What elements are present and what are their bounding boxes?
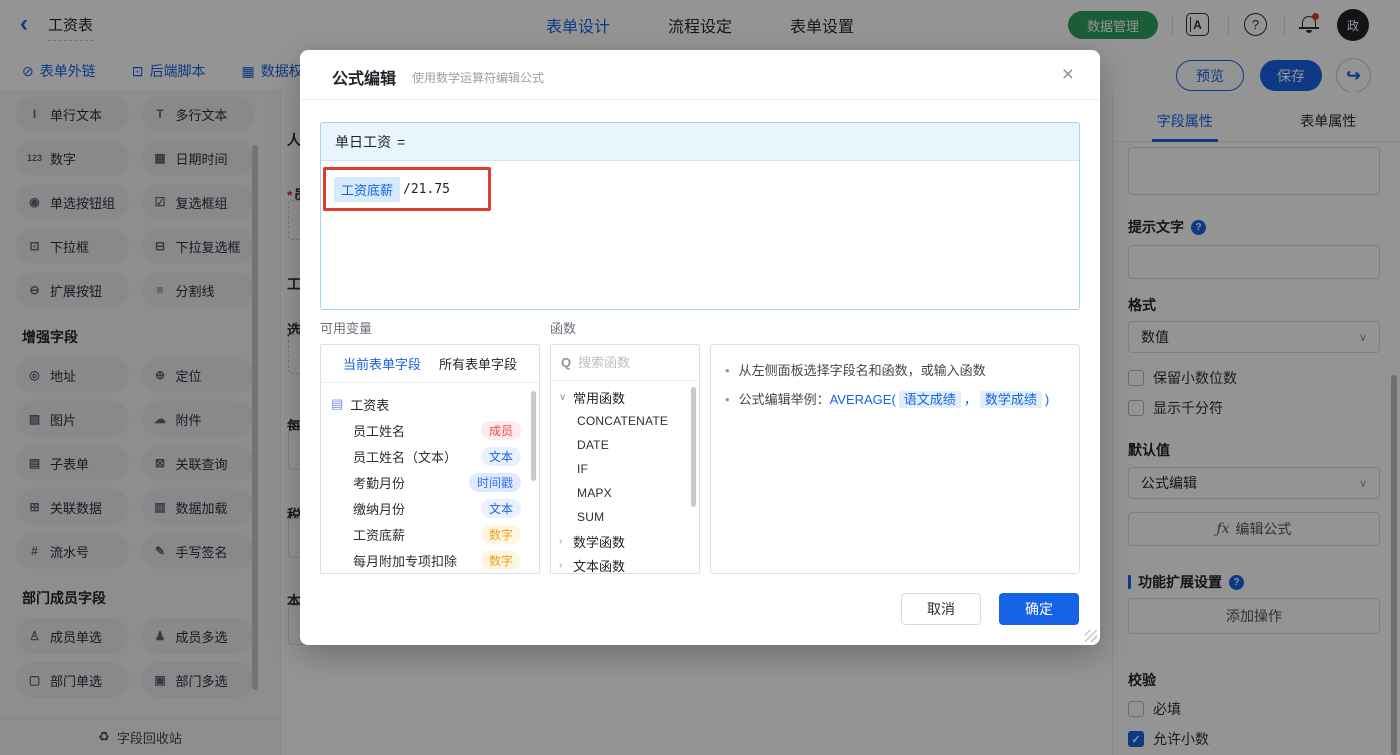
tab-current-form-fields[interactable]: 当前表单字段	[343, 354, 421, 373]
chevron-open-icon: ∨	[559, 391, 567, 403]
variable-name: 缴纳月份	[353, 501, 406, 517]
function-search: Q	[551, 345, 699, 381]
example-field-chip: 语文成绩	[898, 391, 961, 408]
help-example-fn: AVERAGE(	[829, 392, 896, 407]
function-group-label: 常用函数	[573, 390, 626, 406]
search-icon: Q	[561, 355, 572, 370]
variable-type-tag: 文本	[480, 498, 521, 518]
functions-scrollbar[interactable]	[691, 387, 696, 507]
variables-root-label: 工资表	[350, 397, 390, 413]
variable-name: 员工姓名	[353, 423, 406, 439]
variable-type-tag: 成员	[480, 420, 521, 440]
variable-type-tag: 数字	[480, 550, 521, 570]
variables-panel: 当前表单字段 所有表单字段 ▤ 工资表 员工姓名 成员 员工姓名（文本） 文本 …	[320, 344, 540, 574]
help-example-prefix: 公式编辑举例：	[738, 392, 830, 407]
function-group-text[interactable]: › 文本函数	[559, 553, 693, 574]
help-example-close: )	[1044, 392, 1050, 407]
formula-editor-modal: 公式编辑 使用数学运算符编辑公式 × 单日工资 = 工资底薪 /21.75 可用…	[300, 50, 1100, 645]
help-line-2: • 公式编辑举例：AVERAGE(语文成绩，数学成绩)	[725, 390, 1065, 410]
function-item-date[interactable]: DATE	[559, 433, 693, 457]
confirm-button[interactable]: 确定	[999, 593, 1079, 625]
variable-item[interactable]: 员工姓名 成员	[331, 417, 531, 443]
function-group-common[interactable]: ∨ 常用函数	[559, 385, 693, 409]
formula-highlight-box	[323, 167, 491, 211]
functions-tree: ∨ 常用函数 CONCATENATE DATE IF MAPX SUM › 数学…	[551, 381, 699, 574]
variables-tree: ▤ 工资表 员工姓名 成员 员工姓名（文本） 文本 考勤月份 时间戳 缴纳月份	[321, 383, 539, 573]
formula-target: 单日工资	[335, 133, 391, 150]
modal-header: 公式编辑 使用数学运算符编辑公式 ×	[300, 50, 1100, 100]
variable-name: 工资底薪	[353, 527, 406, 543]
variable-type-tag: 文本	[480, 446, 521, 466]
variable-name: 每月附加专项扣除	[353, 553, 458, 569]
variable-type-tag: 数字	[480, 524, 521, 544]
app-screen: ‹ 工资表 表单设计 流程设定 表单设置 数据管理 A ? 政 ⊘ 表单外链 ⊡…	[0, 0, 1400, 755]
variable-item[interactable]: 员工姓名（文本） 文本	[331, 443, 531, 469]
variables-scrollbar[interactable]	[531, 391, 536, 481]
form-doc-icon: ▤	[331, 396, 344, 411]
function-search-input[interactable]	[578, 355, 674, 370]
function-item-sum[interactable]: SUM	[559, 505, 693, 529]
variable-item[interactable]: 缴纳月份 文本	[331, 495, 531, 521]
help-line-1: • 从左侧面板选择字段名和函数，或输入函数	[725, 361, 1065, 381]
resize-handle[interactable]	[1085, 630, 1097, 642]
function-group-label: 文本函数	[573, 558, 626, 574]
bullet-icon: •	[725, 363, 730, 378]
cancel-button[interactable]: 取消	[901, 593, 981, 625]
help-example-comma: ，	[963, 392, 977, 407]
close-icon[interactable]: ×	[1062, 63, 1074, 87]
formula-target-row: 单日工资 =	[321, 123, 1079, 161]
formula-editor: 单日工资 = 工资底薪 /21.75	[320, 122, 1080, 310]
formula-input-area[interactable]: 工资底薪 /21.75	[321, 161, 1079, 309]
variables-tabs: 当前表单字段 所有表单字段	[321, 345, 539, 383]
function-group-label: 数学函数	[573, 534, 626, 550]
chevron-closed-icon: ›	[559, 535, 563, 547]
variable-name: 员工姓名（文本）	[353, 449, 458, 465]
modal-title: 公式编辑	[332, 71, 397, 88]
bullet-icon: •	[725, 392, 730, 407]
formula-help-panel: • 从左侧面板选择字段名和函数，或输入函数 • 公式编辑举例：AVERAGE(语…	[710, 344, 1080, 574]
function-item-concatenate[interactable]: CONCATENATE	[559, 409, 693, 433]
help-text: 从左侧面板选择字段名和函数，或输入函数	[738, 363, 986, 378]
variable-item[interactable]: 每月附加专项扣除 数字	[331, 547, 531, 573]
variables-label: 可用变量	[320, 321, 373, 336]
variable-type-tag: 时间戳	[468, 472, 521, 492]
formula-equals: =	[397, 133, 406, 150]
variable-item[interactable]: 考勤月份 时间戳	[331, 469, 531, 495]
variable-item[interactable]: 工资底薪 数字	[331, 521, 531, 547]
functions-panel: Q ∨ 常用函数 CONCATENATE DATE IF MAPX SUM › …	[550, 344, 700, 574]
functions-label: 函数	[550, 321, 577, 336]
variables-root[interactable]: ▤ 工资表	[331, 391, 531, 417]
chevron-closed-icon: ›	[559, 559, 563, 571]
function-item-if[interactable]: IF	[559, 457, 693, 481]
variable-name: 考勤月份	[353, 475, 406, 491]
example-field-chip: 数学成绩	[979, 391, 1042, 408]
function-item-mapx[interactable]: MAPX	[559, 481, 693, 505]
function-group-math[interactable]: › 数学函数	[559, 529, 693, 553]
modal-subtitle: 使用数学运算符编辑公式	[412, 71, 545, 85]
help-example: 公式编辑举例：AVERAGE(语文成绩，数学成绩)	[738, 390, 1050, 410]
tab-all-form-fields[interactable]: 所有表单字段	[439, 354, 517, 373]
